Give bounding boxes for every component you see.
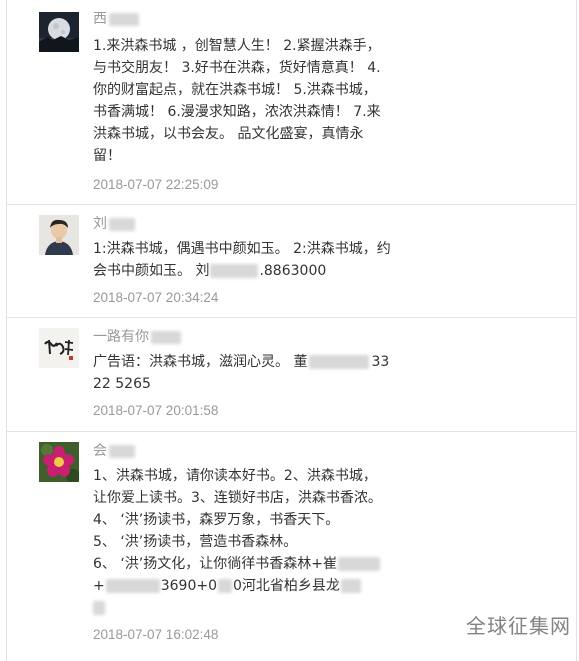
content-line: 与书交朋友！ 3.好书在洪森，货好情意真！ 4.	[93, 60, 381, 76]
content-line: 书香满城！ 6.漫漫求知路，浓浓洪森情！ 7.来	[93, 104, 381, 120]
commenter-name[interactable]: 会	[93, 442, 135, 460]
commenter-name[interactable]: 西	[93, 10, 139, 28]
comment-item: 一路有你 广告语：洪森书城，滋润心灵。 董 33 22 5265 2018-07-…	[7, 318, 576, 432]
content-line-with-address: +3690+0 0河北省柏乡县龙	[93, 575, 393, 597]
person-portrait-avatar-icon[interactable]	[39, 215, 79, 255]
comment-timestamp: 2018-07-07 20:01:58	[93, 403, 219, 418]
comment-timestamp: 2018-07-07 22:25:09	[93, 177, 219, 192]
content-line-with-phone: 会书中颜如玉。 刘 .8863000	[93, 263, 327, 279]
flower-avatar-icon[interactable]	[39, 442, 79, 482]
comment-content: 1:洪森书城，偶遇书中颜如玉。 2:洪森书城，约 会书中颜如玉。 刘 .88630…	[93, 238, 393, 282]
comment-item: 西 1.来洪森书城 ，创智慧人生！ 2.紧握洪森手， 与书交朋友！ 3.好书在洪…	[7, 0, 576, 205]
content-line-with-phone: 广告语：洪森书城，滋润心灵。 董 33	[93, 354, 390, 370]
moon-night-avatar-icon[interactable]	[39, 12, 79, 52]
content-line-with-phone: 6、 ‘洪’扬文化，让你徜徉书香森林+崔	[93, 553, 393, 575]
site-watermark: 全球征集网	[466, 614, 571, 638]
commenter-name[interactable]: 刘	[93, 215, 135, 233]
content-line: 你的财富起点，就在洪森书城！ 5.洪森书城，	[93, 82, 377, 98]
comment-content: 1、洪森书城，请你读本好书。2、洪森书城， 让你爱上读书。3、连锁好书店，洪森书…	[93, 465, 393, 619]
content-line: 4、 ‘洪’扬读书，森罗万象，书香天下。	[93, 512, 340, 528]
content-line: 22 5265	[93, 376, 151, 392]
commenter-name[interactable]: 一路有你	[93, 328, 181, 346]
content-line: 留！	[93, 148, 121, 164]
comment-content: 1.来洪森书城 ，创智慧人生！ 2.紧握洪森手， 与书交朋友！ 3.好书在洪森，…	[93, 35, 393, 167]
content-line	[93, 597, 393, 619]
content-line: 5、 ‘洪’扬读书，营造书香森林。	[93, 534, 298, 550]
content-line: 1:洪森书城，偶遇书中颜如玉。 2:洪森书城，约	[93, 241, 391, 257]
content-line: 1.来洪森书城 ，创智慧人生！ 2.紧握洪森手，	[93, 38, 381, 54]
comment-item: 刘 1:洪森书城，偶遇书中颜如玉。 2:洪森书城，约 会书中颜如玉。 刘 .886…	[7, 205, 576, 318]
calligraphy-avatar-icon[interactable]	[39, 328, 79, 368]
comment-timestamp: 2018-07-07 16:02:48	[93, 627, 219, 642]
comment-content: 广告语：洪森书城，滋润心灵。 董 33 22 5265	[93, 351, 393, 395]
content-line: 让你爱上读书。3、连锁好书店，洪森书香浓。	[93, 490, 382, 506]
content-line: 洪森书城，以书会友。 品文化盛宴，真情永	[93, 126, 364, 142]
content-line: 1、洪森书城，请你读本好书。2、洪森书城，	[93, 468, 377, 484]
comment-timestamp: 2018-07-07 20:34:24	[93, 290, 219, 305]
